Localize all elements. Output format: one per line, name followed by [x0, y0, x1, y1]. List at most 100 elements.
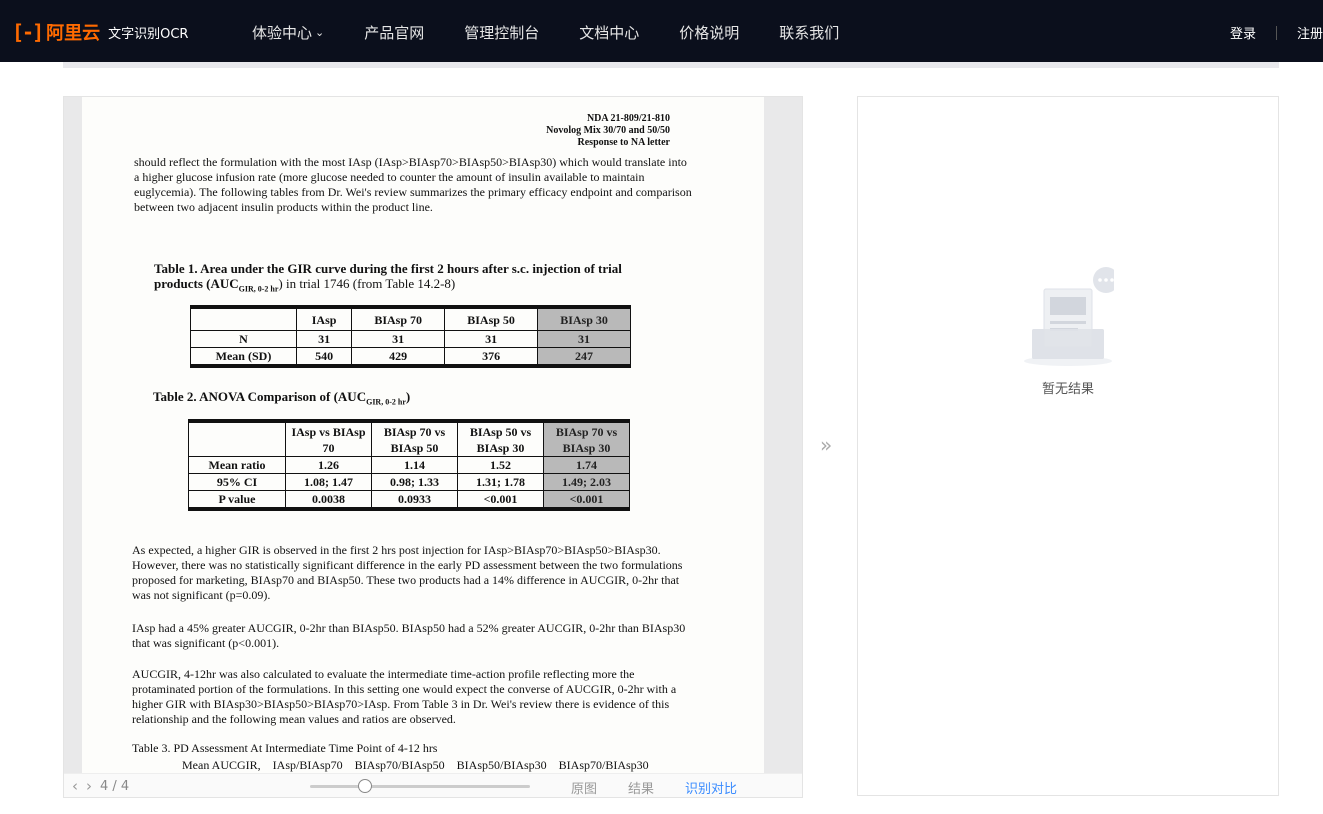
- view-mode-tabs: 原图 结果 识别对比: [571, 778, 768, 797]
- viewer-toolbar: ‹ › 4 / 4 原图 结果 识别对比: [64, 773, 802, 797]
- table-header-row: IAsp vs BIAsp 70 BIAsp 70 vs BIAsp 50 BIAs…: [188, 422, 630, 457]
- table-row: Mean ratio 1.26 1.14 1.52 1.74: [188, 456, 630, 474]
- empty-result-icon: [1024, 267, 1114, 366]
- table-cell: Mean (SD): [190, 347, 297, 365]
- zoom-slider-track[interactable]: [310, 785, 530, 788]
- table-header-cell: IAsp: [295, 308, 353, 331]
- table-cell: 0.0933: [371, 490, 458, 508]
- table-cell: 0.98; 1.33: [371, 473, 458, 491]
- table-cell: 1.74: [543, 456, 630, 474]
- table-header-cell: [188, 422, 286, 457]
- table3-header: Mean AUCGIR, IAsp/BIAsp70 BIAsp70/BIAsp5…: [182, 758, 649, 772]
- caption-text-end: ): [405, 389, 411, 404]
- nav-item-experience-center[interactable]: 体验中心 ⌄: [252, 22, 324, 43]
- table-cell: N: [190, 330, 297, 348]
- result-panel: 暂无结果: [857, 96, 1279, 796]
- table-cell: 1.52: [457, 456, 544, 474]
- nav-item-label: 体验中心: [252, 24, 313, 42]
- table-header-cell: BIAsp 70: [351, 308, 446, 331]
- table-cell: <0.001: [457, 490, 544, 508]
- header-line: Novolog Mix 30/70 and 50/50: [546, 125, 670, 136]
- table-cell: <0.001: [543, 490, 630, 508]
- table-cell: 429: [351, 347, 446, 365]
- table-header-cell: BIAsp 70 vs BIAsp 30: [543, 422, 630, 457]
- table-row: N 31 31 31 31: [190, 330, 631, 348]
- empty-result-text: 暂无结果: [1041, 382, 1094, 397]
- scanned-document-page[interactable]: NDA 21-809/21-810 Novolog Mix 30/70 and …: [82, 97, 764, 773]
- logo-mark: [-]: [12, 20, 44, 44]
- caption-subscript: GIR, 0-2 hr: [238, 284, 279, 294]
- pager: ‹ › 4 / 4: [72, 777, 129, 795]
- table1-caption: Table 1. Area under the GIR curve during…: [154, 261, 654, 297]
- table-header-cell: BIAsp 50: [444, 308, 539, 331]
- paragraph-3: IAsp had a 45% greater AUCGIR, 0-2hr tha…: [132, 621, 686, 650]
- table-cell: 247: [537, 347, 631, 365]
- main-nav: 体验中心 ⌄ 产品官网 管理控制台 文档中心 价格说明 联系我们: [252, 22, 879, 43]
- nav-item-label: 价格说明: [679, 24, 740, 42]
- table-cell: 1.08; 1.47: [285, 473, 372, 491]
- table2: IAsp vs BIAsp 70 BIAsp 70 vs BIAsp 50 BIAs…: [188, 419, 630, 511]
- prev-page-icon[interactable]: ‹: [72, 777, 78, 795]
- caption-text-end: ) in trial 1746 (from Table 14.2-8): [278, 276, 456, 291]
- table-cell: 31: [295, 330, 353, 348]
- nav-item-label: 文档中心: [579, 24, 640, 42]
- caption-text: Table 2. ANOVA Comparison of (AUC: [153, 389, 367, 404]
- table-header-cell: [190, 308, 297, 331]
- nav-item-pricing[interactable]: 价格说明: [679, 22, 739, 43]
- paragraph-2: As expected, a higher GIR is observed in…: [132, 543, 683, 602]
- zoom-slider-handle[interactable]: [358, 779, 372, 793]
- chevron-down-icon: ⌄: [315, 26, 325, 39]
- nav-item-docs[interactable]: 文档中心: [579, 22, 639, 43]
- nav-item-label: 联系我们: [779, 24, 840, 42]
- table-cell: 1.26: [285, 456, 372, 474]
- table-row: Mean (SD) 540 429 376 247: [190, 347, 631, 365]
- table-cell: 31: [444, 330, 539, 348]
- table-cell: 376: [444, 347, 539, 365]
- nav-item-console[interactable]: 管理控制台: [464, 22, 539, 43]
- document-header: NDA 21-809/21-810 Novolog Mix 30/70 and …: [546, 113, 670, 149]
- paragraph-4: AUCGIR, 4-12hr was also calculated to ev…: [132, 667, 677, 726]
- table-cell: 31: [351, 330, 446, 348]
- table-cell: P value: [188, 490, 286, 508]
- table-cell: Mean ratio: [188, 456, 286, 474]
- logo-brand: 阿里云: [46, 23, 101, 44]
- caption-subscript: GIR, 0-2 hr: [366, 397, 406, 407]
- tab-result[interactable]: 结果: [628, 778, 654, 797]
- table-header-cell: BIAsp 30: [537, 308, 631, 331]
- nav-item-contact[interactable]: 联系我们: [779, 22, 839, 43]
- account-links: 登录 注册: [1230, 23, 1323, 42]
- tab-original[interactable]: 原图: [571, 778, 597, 797]
- table-row: 95% CI 1.08; 1.47 0.98; 1.33 1.31; 1.78 1.49…: [188, 473, 630, 491]
- aliyun-logo[interactable]: [-] 阿里云 文字识别OCR: [12, 20, 188, 44]
- table-cell: 1.14: [371, 456, 458, 474]
- page-indicator: 4 / 4: [100, 778, 130, 794]
- nav-shadow-strip: [63, 62, 1279, 68]
- next-page-icon[interactable]: ›: [86, 777, 92, 795]
- top-nav: [-] 阿里云 文字识别OCR 体验中心 ⌄ 产品官网 管理控制台 文档中心 价…: [0, 0, 1323, 62]
- table-cell: 1.49; 2.03: [543, 473, 630, 491]
- login-link[interactable]: 登录: [1230, 23, 1256, 42]
- header-line: NDA 21-809/21-810: [586, 113, 670, 124]
- nav-item-label: 产品官网: [364, 24, 425, 42]
- tab-compare[interactable]: 识别对比: [685, 778, 737, 797]
- table2-caption: Table 2. ANOVA Comparison of (AUCGIR, 0-…: [153, 389, 410, 410]
- table-cell: 0.0038: [285, 490, 372, 508]
- table-row: P value 0.0038 0.0933 <0.001 <0.001: [188, 490, 630, 508]
- register-link[interactable]: 注册: [1297, 23, 1323, 42]
- table-header-cell: IAsp vs BIAsp 70: [285, 422, 372, 457]
- double-chevron-right-icon: »: [820, 433, 833, 457]
- table1: IAsp BIAsp 70 BIAsp 50 BIAsp 30 N 31 31 31 31 Mea…: [190, 305, 631, 368]
- table-header-cell: BIAsp 50 vs BIAsp 30: [457, 422, 544, 457]
- nav-item-label: 管理控制台: [464, 24, 540, 42]
- product-name: 文字识别OCR: [108, 26, 189, 42]
- nav-item-product-site[interactable]: 产品官网: [364, 22, 424, 43]
- document-viewer: NDA 21-809/21-810 Novolog Mix 30/70 and …: [63, 96, 803, 798]
- table-header-cell: BIAsp 70 vs BIAsp 50: [371, 422, 458, 457]
- table-cell: 31: [537, 330, 631, 348]
- table3-caption: Table 3. PD Assessment At Intermediate T…: [132, 741, 438, 755]
- paragraph-1: should reflect the formulation with the …: [134, 155, 692, 214]
- header-line: Response to NA letter: [577, 137, 670, 148]
- divider: [1275, 25, 1277, 40]
- table-header-row: IAsp BIAsp 70 BIAsp 50 BIAsp 30: [190, 308, 631, 331]
- table-cell: 1.31; 1.78: [457, 473, 544, 491]
